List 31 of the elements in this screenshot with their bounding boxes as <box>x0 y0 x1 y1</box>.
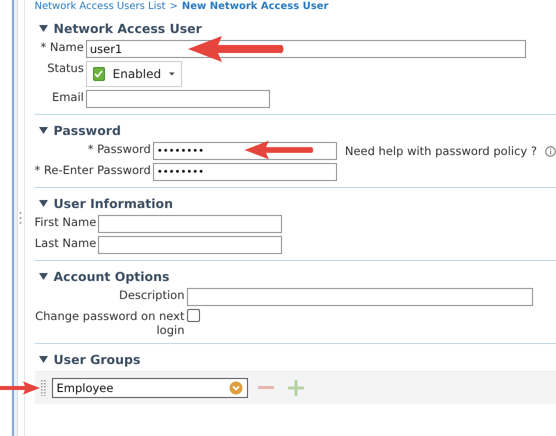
checkbox[interactable] <box>186 309 200 322</box>
field-label: First Name <box>34 215 96 229</box>
info-icon[interactable] <box>545 146 556 156</box>
field-label: * Password <box>86 142 151 156</box>
caret-icon <box>169 72 175 76</box>
password-field[interactable]: •••••••• <box>152 163 337 181</box>
status-dropdown[interactable]: Enabled <box>86 61 182 87</box>
section-header[interactable]: Network Access User <box>34 21 202 40</box>
section-header[interactable]: User Groups <box>34 352 140 371</box>
text-field[interactable] <box>98 215 282 233</box>
group-select[interactable]: Employee <box>52 378 248 398</box>
text-field[interactable] <box>86 90 270 108</box>
field-label: Email <box>50 90 84 104</box>
dropdown-icon <box>228 381 242 395</box>
text-field[interactable] <box>98 236 282 254</box>
field-label: Description <box>118 288 184 302</box>
section-header[interactable]: Account Options <box>34 269 170 288</box>
text-field[interactable] <box>186 288 532 306</box>
field-label: * Name <box>40 40 84 54</box>
breadcrumb-link[interactable]: Network Access Users List <box>34 1 166 12</box>
drag-handle-icon[interactable] <box>40 380 46 396</box>
drag-handle-icon[interactable] <box>19 211 22 225</box>
section-header[interactable]: Password <box>34 123 121 142</box>
help-text: Need help with password policy ? <box>344 144 537 158</box>
field-label: Status <box>46 61 84 75</box>
breadcrumb-current: New Network Access User <box>182 1 328 12</box>
section-header[interactable]: User Information <box>34 196 174 215</box>
field-label: Change password on next login <box>34 309 184 337</box>
breadcrumb-separator: > <box>170 1 178 12</box>
field-label: Last Name <box>34 236 96 250</box>
field-label: * Re-Enter Password <box>34 163 151 177</box>
